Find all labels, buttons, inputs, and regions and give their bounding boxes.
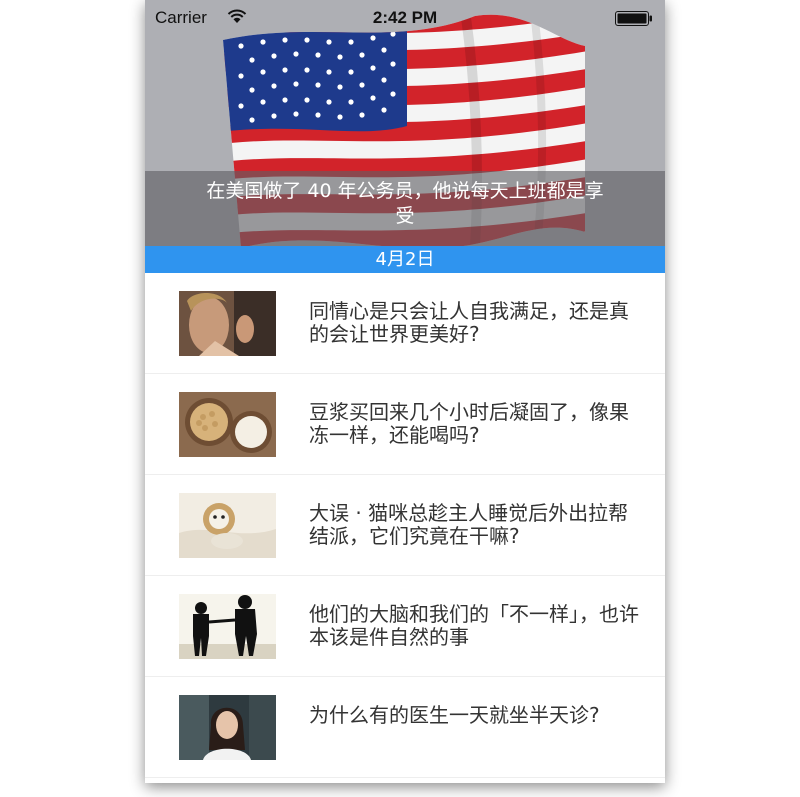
article-title: 豆浆买回来几个小时后凝固了，像果冻一样，还能喝吗? [309,400,629,447]
article-list: 同情心是只会让人自我满足，还是真的会让世界更美好? 豆浆买回来几个小时后凝固了，… [145,273,665,778]
article-title: 大误 · 猫咪总趁主人睡觉后外出拉帮结派，它们究竟在干嘛? [309,501,629,548]
article-title: 同情心是只会让人自我满足，还是真的会让世界更美好? [309,299,629,346]
article-thumbnail [179,695,276,760]
hero-caption-overlay: 在美国做了 40 年公务员，他说每天上班都是享受 [145,171,665,246]
list-item[interactable]: 同情心是只会让人自我满足，还是真的会让世界更美好? [145,273,665,374]
article-title: 他们的大脑和我们的「不一样」，也许本该是件自然的事 [309,602,639,649]
list-item[interactable]: 大误 · 猫咪总趁主人睡觉后外出拉帮结派，它们究竟在干嘛? [145,475,665,576]
article-thumbnail [179,594,276,659]
list-item[interactable]: 豆浆买回来几个小时后凝固了，像果冻一样，还能喝吗? [145,374,665,475]
article-thumbnail [179,291,276,356]
status-bar: Carrier 2:42 PM [145,0,665,38]
article-thumbnail [179,493,276,558]
list-item[interactable]: 为什么有的医生一天就坐半天诊? [145,677,665,778]
list-item[interactable]: 他们的大脑和我们的「不一样」，也许本该是件自然的事 [145,576,665,677]
hero-caption-text: 在美国做了 40 年公务员，他说每天上班都是享受 [206,180,604,227]
clock: 2:42 PM [372,8,438,27]
date-section-header: 4月2日 [145,246,665,273]
article-title: 为什么有的医生一天就坐半天诊? [309,703,600,727]
hero-banner[interactable]: Carrier 2:42 PM 在美国做了 40 年公务员，他说每天上班都是享受 [145,0,665,246]
battery-icon [615,11,652,26]
phone-screen: Carrier 2:42 PM 在美国做了 40 年公务员，他说每天上班都是享受… [145,0,665,783]
article-thumbnail [179,392,276,457]
